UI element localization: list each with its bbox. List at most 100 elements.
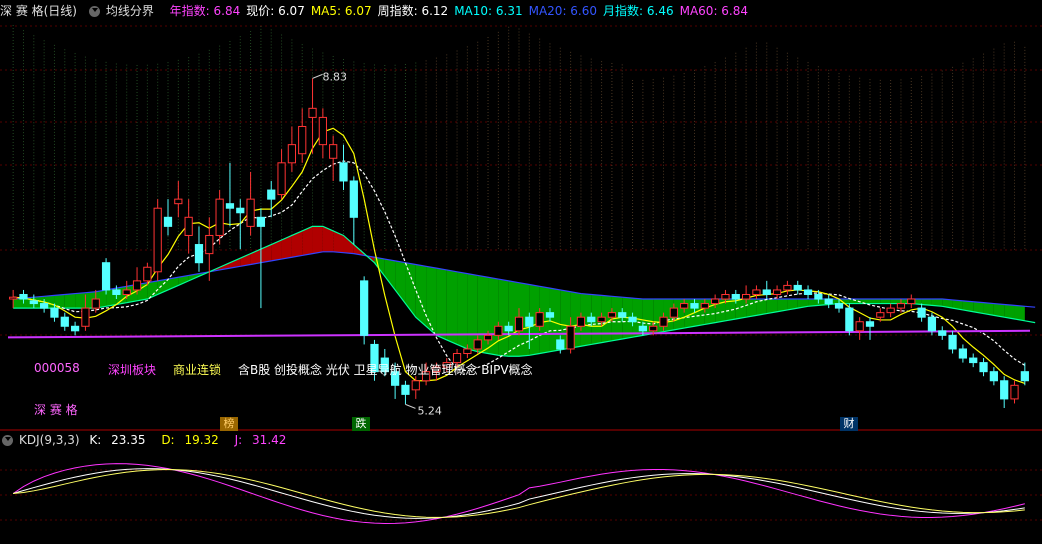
ma-fill-segment <box>436 268 447 340</box>
candle-body <box>556 339 565 350</box>
candle-body <box>504 325 513 332</box>
candle-body <box>184 216 193 236</box>
candle-body <box>597 316 606 323</box>
candle-body <box>669 307 678 318</box>
candle-body <box>473 339 482 350</box>
candle-body <box>762 289 771 295</box>
candle-body <box>783 284 792 291</box>
candle-body <box>153 207 162 273</box>
ma-fill-segment <box>880 299 891 304</box>
badge-cai[interactable]: 财 <box>840 417 858 431</box>
candle-body <box>256 216 266 227</box>
kdj-d-value: 19.32 <box>184 433 219 447</box>
candle-body <box>958 348 968 359</box>
candle-body <box>566 325 575 350</box>
candle-body <box>60 316 69 327</box>
candle-body <box>772 289 782 295</box>
kdj-d-label: D: <box>161 433 175 447</box>
dropdown-icon[interactable] <box>88 6 100 17</box>
candle-body <box>741 293 751 300</box>
ma-fill-segment <box>725 299 736 321</box>
candle-body <box>101 262 111 291</box>
candle-body <box>132 280 142 291</box>
candle-body <box>70 325 80 332</box>
ma-fill-segment <box>766 299 778 314</box>
candle-body <box>576 316 586 327</box>
candle-body <box>329 144 338 159</box>
candle-body <box>246 198 255 227</box>
ma-fill-segment <box>271 240 282 261</box>
ma-fill-segment <box>312 226 323 254</box>
candle-body <box>525 316 534 327</box>
indicator-name: 均线分界 <box>105 4 154 18</box>
candle-body <box>834 303 844 309</box>
ma-fill-segment <box>116 286 127 305</box>
ma-fill-segment <box>498 279 509 357</box>
chart-header: 深 赛 格(日线) 均线分界 年指数: 6.84 现价: 6.07 MA5: 6.0… <box>0 2 760 20</box>
candlestick-chart[interactable]: 8.83 5.24 <box>0 0 1042 544</box>
kdj-title[interactable]: KDJ(9,3,3) <box>19 433 80 447</box>
candle-body <box>318 116 327 146</box>
candle-body <box>545 312 555 318</box>
stock-name[interactable]: 深 赛 格(日线) <box>0 4 77 18</box>
header-item-6: 月指数: 6.46 <box>603 4 674 18</box>
candle-body <box>494 325 503 336</box>
board-label[interactable]: 深圳板块 <box>108 361 156 378</box>
candle-body <box>1020 371 1029 382</box>
candle-body <box>989 371 998 382</box>
ma-fill-segment <box>756 299 767 316</box>
stock-code: 000058 <box>34 361 80 375</box>
candle-body <box>277 162 286 196</box>
concepts-label[interactable]: 含B股 创投概念 光伏 卫星导航 物业管理概念 BIPV概念 <box>238 361 533 378</box>
candle-body <box>112 289 121 295</box>
candle-body <box>1010 384 1019 400</box>
badge-die[interactable]: 跌 <box>352 417 370 431</box>
candle-body <box>659 316 668 327</box>
ma-fill-segment <box>1014 305 1025 321</box>
candle-body <box>896 303 906 309</box>
header-item-2: MA5: 6.07 <box>310 4 372 18</box>
high-label: 8.83 <box>323 70 348 83</box>
badge-bang[interactable]: 榜 <box>220 417 238 431</box>
candle-body <box>938 330 947 336</box>
candle-body <box>711 298 720 305</box>
candle-body <box>1000 380 1009 400</box>
candle-body <box>721 293 730 300</box>
header-item-5: MA20: 6.60 <box>528 4 598 18</box>
ma-fill-segment <box>869 299 881 304</box>
candle-body <box>618 312 627 318</box>
indicator-selector[interactable]: 均线分界 <box>87 4 160 18</box>
candle-body <box>886 307 895 314</box>
candle-body <box>287 144 297 164</box>
header-values: 年指数: 6.84 现价: 6.07 MA5: 6.07 周指数: 6.12 MA10:… <box>170 4 754 18</box>
candle-body <box>9 296 18 300</box>
kdj-header: KDJ(9,3,3) K: 23.35 D: 19.32 J: 31.42 <box>0 432 298 448</box>
candle-body <box>793 284 802 291</box>
candle-body <box>514 316 524 332</box>
ma-fill-segment <box>890 299 901 304</box>
candle-body <box>463 348 472 355</box>
candle-body <box>917 307 926 318</box>
candle-body <box>401 384 410 395</box>
kdj-dropdown-icon[interactable] <box>2 435 13 446</box>
candle-body <box>752 289 761 295</box>
candle-body <box>948 334 957 350</box>
ma-fill-segment <box>457 271 468 349</box>
kdj-j-line <box>12 463 1025 524</box>
candle-body <box>628 316 637 323</box>
ma-fill-segment <box>488 277 499 356</box>
candle-body <box>700 303 709 309</box>
candle-body <box>690 303 699 309</box>
candle-body <box>50 307 59 318</box>
industry-label[interactable]: 商业连锁 <box>173 361 221 378</box>
ma-fill-segment <box>1004 304 1015 320</box>
high-marker <box>312 73 323 79</box>
candle-body <box>411 380 420 391</box>
candle-body <box>91 298 100 309</box>
candle-body <box>19 293 28 300</box>
candle-body <box>979 362 988 373</box>
header-item-1: 现价: 6.07 <box>246 4 305 18</box>
candle-body <box>865 321 875 327</box>
ma-fill-segment <box>343 235 354 254</box>
header-item-4: MA10: 6.31 <box>454 4 523 18</box>
